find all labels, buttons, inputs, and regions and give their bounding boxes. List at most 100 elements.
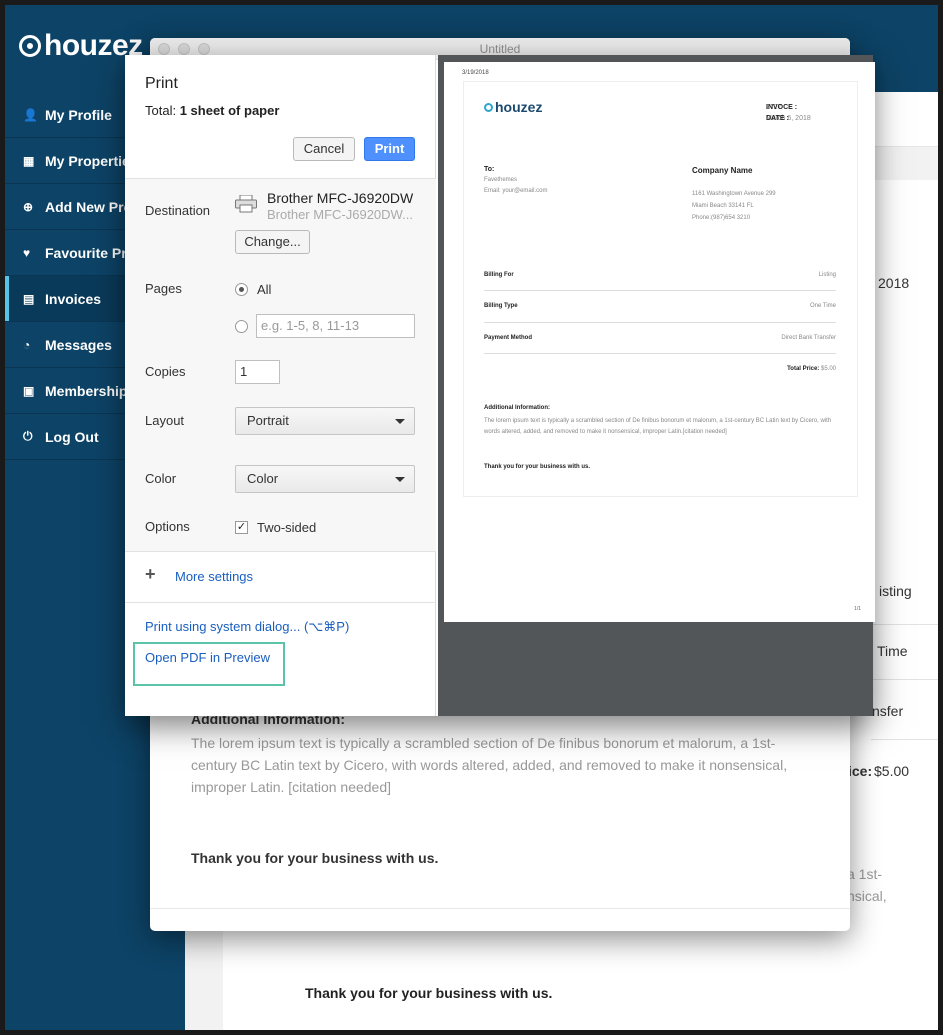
two-sided-label: Two-sided [257,520,317,535]
billing-type-label: Billing Type [484,303,518,309]
id-card-icon: ▣ [23,383,35,398]
sidebar-item-label: My Properties [45,152,138,169]
to-name: Favethemes [484,177,518,183]
lorem-fragment: a 1st- [847,866,883,882]
billing-for-value: Listing [818,272,836,278]
total-price-label-fragment: ice: [848,763,873,779]
preview-thanks: Thank you for your business with us. [484,464,591,470]
invoice-number-label: INVOCE : [766,104,798,111]
to-email: Email: your@email.com [484,188,548,194]
total-price-value: $5.00 [820,366,836,372]
divider [871,739,938,740]
divider [871,624,938,625]
page-number: 1/1 [854,606,861,612]
layout-value: Portrait [247,413,289,428]
lorem-fragment: nsical, [847,888,887,904]
sidebar-item-label: Invoices [45,290,102,307]
divider [125,602,436,603]
payment-method-label: Payment Method [484,335,533,341]
window-title: Untitled [479,42,521,56]
sheet-total: Total: 1 sheet of paper [145,103,279,118]
total-price: Total Price: $5.00 [787,366,836,372]
destination-label: Destination [145,203,211,218]
sidebar-item-label: My Profile [45,106,112,123]
pages-all-label: All [257,282,272,297]
preview-logo: houzez [484,99,542,115]
chevron-down-icon [395,477,405,482]
billing-type-value: One Time [809,303,836,309]
app-frame: 2018 isting Time nsfer ice: $5.00 a 1st-… [5,5,938,1030]
chat-icon: ◔ [23,337,31,352]
print-dialog: Print Total: 1 sheet of paper Cancel Pri… [125,55,875,716]
building-icon: ▦ [23,153,35,168]
sidebar-item-label: Messages [45,336,112,353]
printer-icon [235,195,257,213]
chevron-down-icon [395,419,405,424]
payment-method-fragment: nsfer [872,703,904,719]
total-value: 1 sheet of paper [179,103,280,118]
pages-all-radio[interactable] [235,283,248,296]
divider [150,908,850,909]
options-label: Options [145,519,190,534]
heart-icon: ♥ [23,245,31,260]
company-phone: Phone:(987)654 3210 [692,215,751,221]
payment-method-value: Direct Bank Transfer [781,335,836,341]
divider [871,679,938,680]
file-icon: ▤ [23,291,35,306]
more-settings-link[interactable]: More settings [175,569,253,584]
color-label: Color [145,471,177,486]
preview-page: 3/19/2018 houzez INVOCE : 2727 DATE : Ma… [444,62,875,622]
pages-label: Pages [145,281,182,296]
total-price-label: Total Price: [787,366,820,372]
total-price-value: $5.00 [874,763,910,779]
total-label: Total: [145,103,177,118]
highlight-box [133,642,285,686]
sidebar-item-label: Membership [45,382,128,399]
divider [484,290,836,291]
additional-info-text: The lorem ipsum text is typically a scra… [191,735,788,795]
location-pin-icon [484,102,493,112]
print-preview: 3/19/2018 houzez INVOCE : 2727 DATE : Ma… [438,55,875,716]
billing-for-fragment: isting [879,583,912,599]
preview-date: 3/19/2018 [462,70,489,76]
billing-for-label: Billing For [484,272,514,278]
minimize-window-button[interactable] [178,43,190,55]
close-window-button[interactable] [158,43,170,55]
color-value: Color [247,471,279,486]
invoice-meta: INVOCE : 2727 DATE : March 6, 2018 [766,102,855,124]
invoice-date-fragment: 2018 [878,275,910,291]
pages-custom-radio[interactable] [235,320,248,333]
sidebar-item-label: Log Out [45,428,99,445]
layout-select[interactable]: Portrait [235,407,415,435]
company-address-1: 1161 Washingtown Avenue 299 [692,191,776,197]
color-select[interactable]: Color [235,465,415,493]
layout-label: Layout [145,413,185,428]
logout-icon: ⏻ [23,429,33,443]
print-button[interactable]: Print [364,137,415,161]
preview-additional-text: The lorem ipsum text is typically a scra… [484,418,832,435]
plus-circle-icon: ⊕ [23,199,34,214]
thanks-text: Thank you for your business with us. [191,850,439,866]
change-destination-button[interactable]: Change... [235,230,310,254]
copies-label: Copies [145,364,186,379]
company-address-2: Miami Beach 33141 FL [692,203,754,209]
preview-logo-text: houzez [495,99,543,115]
divider [484,322,836,323]
print-settings-panel: Print Total: 1 sheet of paper Cancel Pri… [125,55,436,716]
zoom-window-button[interactable] [198,43,210,55]
billing-type-fragment: Time [877,643,908,659]
plus-icon[interactable]: + [145,564,156,585]
two-sided-checkbox[interactable]: ✓ [235,521,248,534]
user-icon: 👤 [23,107,38,122]
preview-additional-heading: Additional Information: [484,405,550,411]
printer-subtitle: Brother MFC-J6920DW... [267,207,413,222]
pages-range-input[interactable]: e.g. 1-5, 8, 11-13 [256,314,415,338]
to-label: To: [484,166,495,173]
location-pin-icon [19,35,41,57]
cancel-button[interactable]: Cancel [293,137,355,161]
printer-name: Brother MFC-J6920DW [267,190,414,206]
copies-input[interactable]: 1 [235,360,280,384]
company-name: Company Name [692,166,753,175]
page-thanks-text: Thank you for your business with us. [305,985,553,1001]
system-dialog-link[interactable]: Print using system dialog... (⌥⌘P) [145,619,349,635]
